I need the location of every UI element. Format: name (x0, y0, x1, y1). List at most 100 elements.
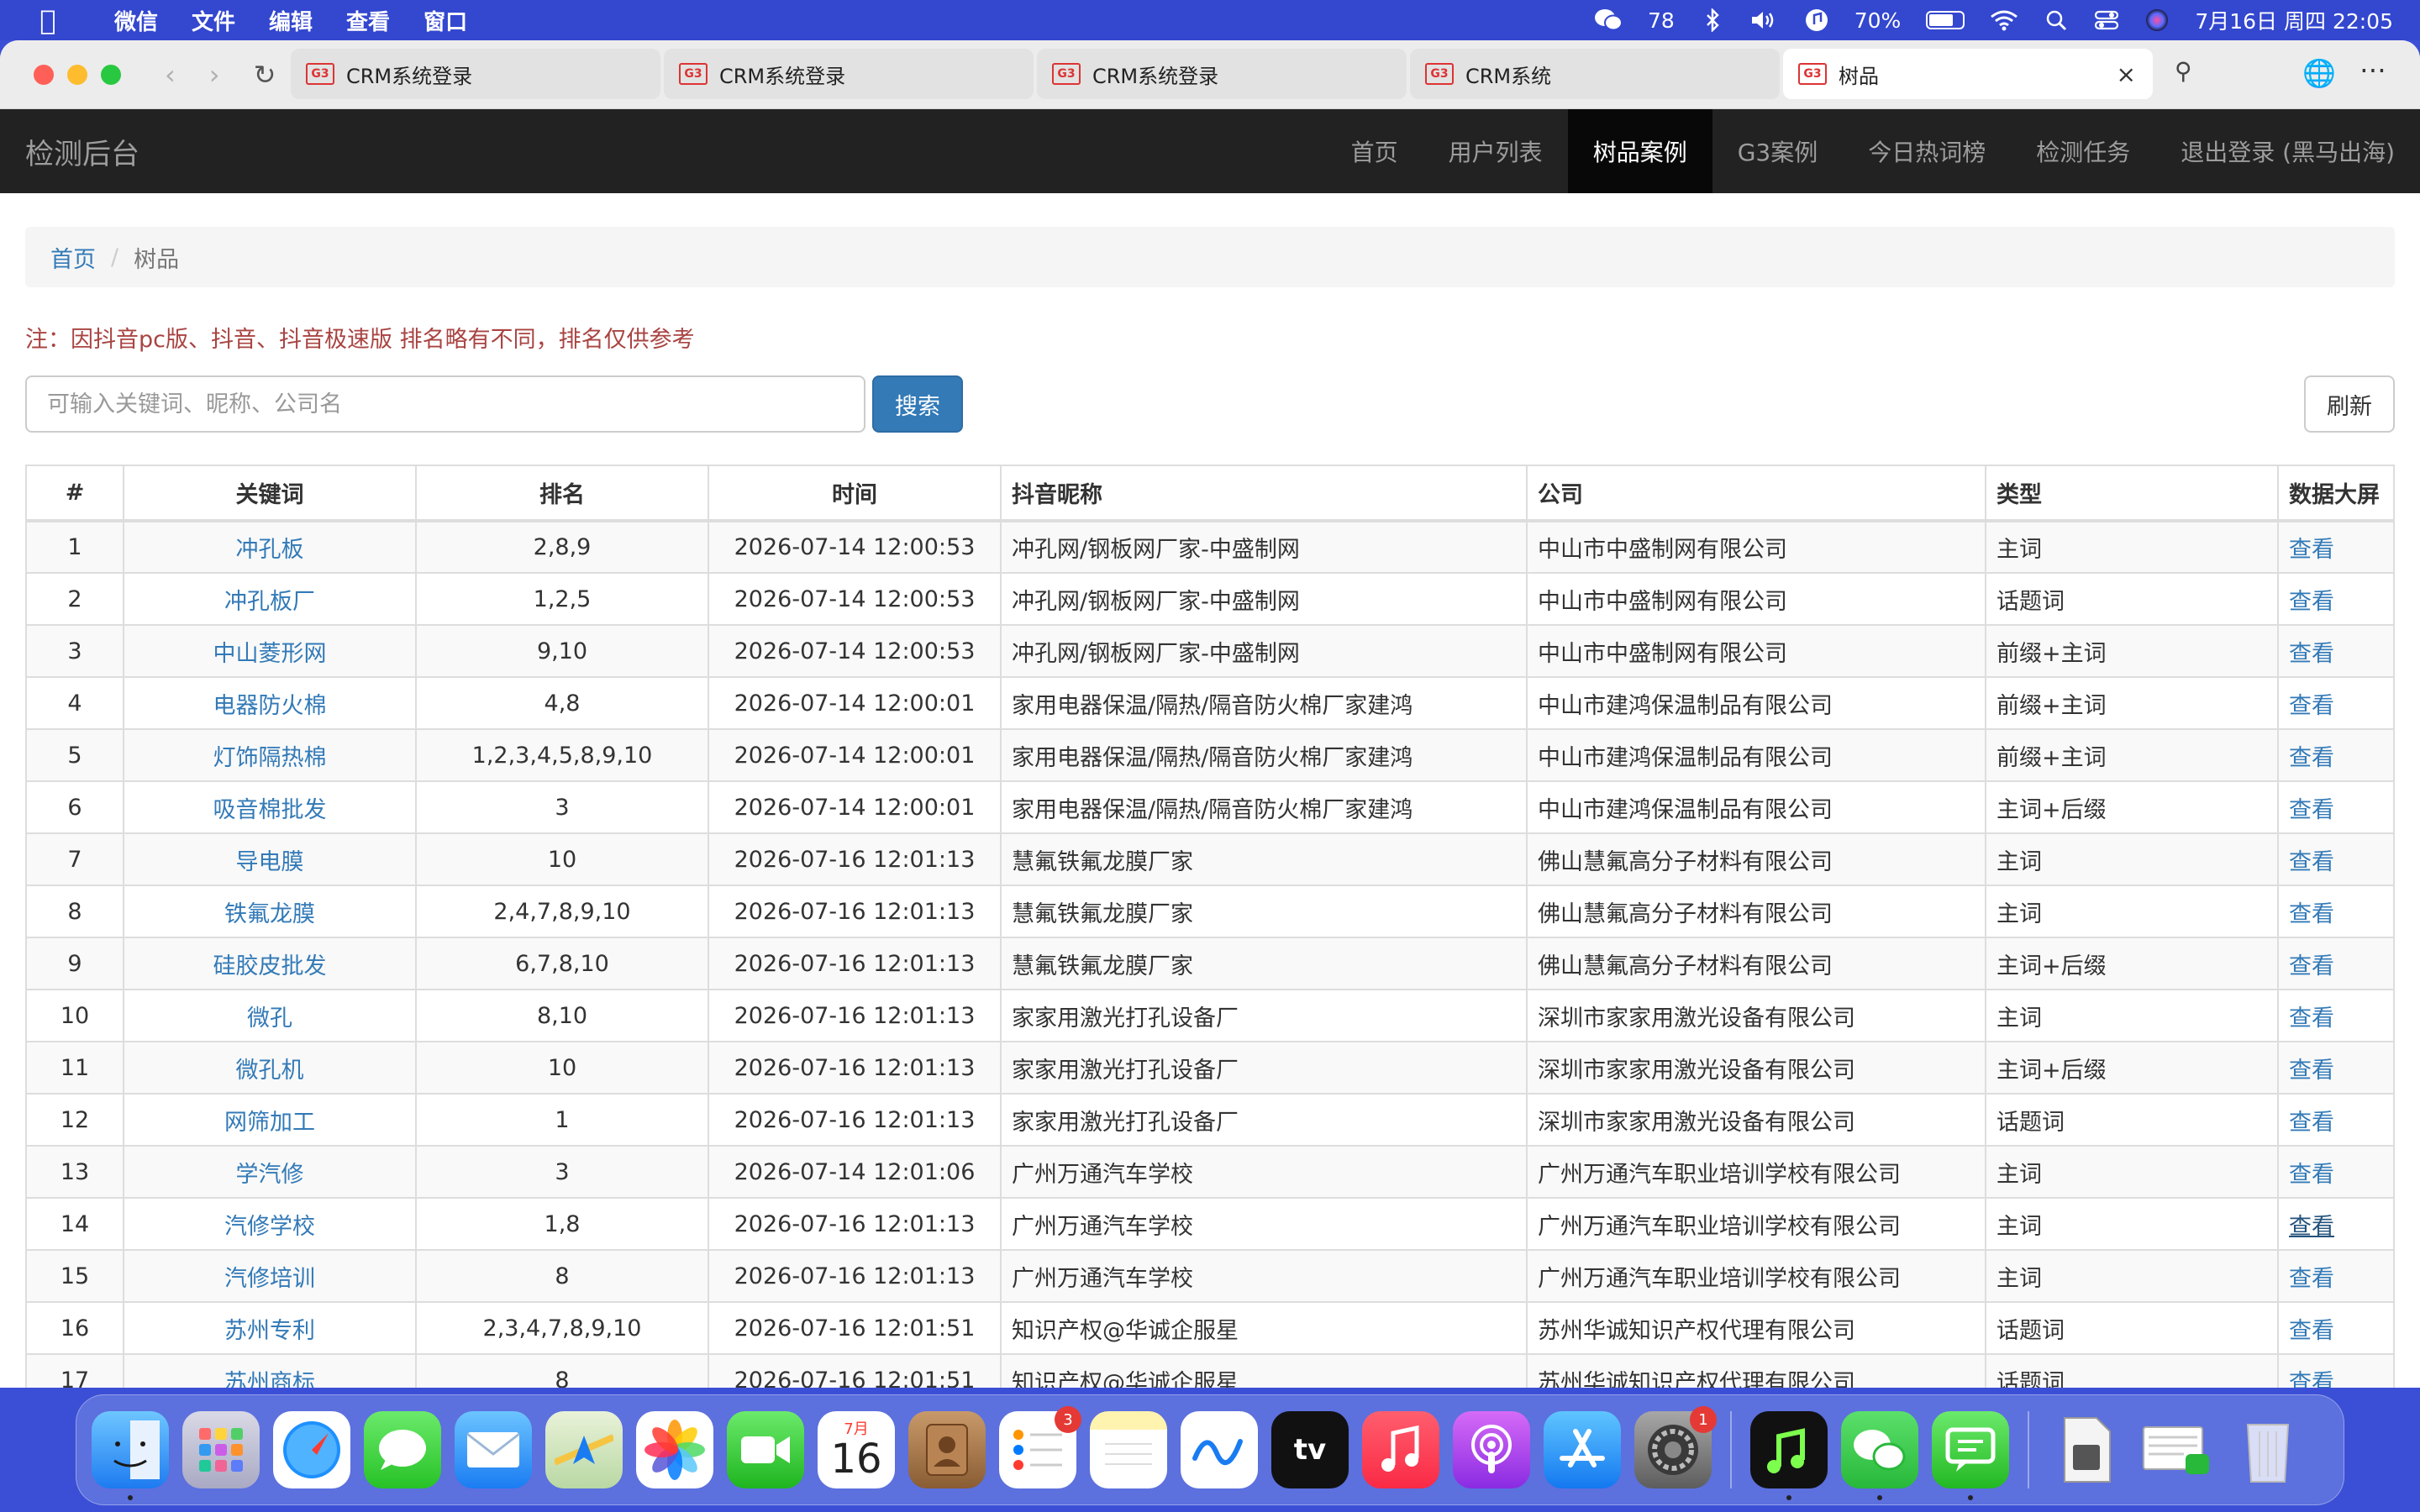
view-data-screen-link[interactable]: 查看 (2277, 520, 2395, 574)
wechat-status-icon[interactable] (1594, 8, 1623, 32)
nav-user-list[interactable]: 用户列表 (1423, 109, 1568, 193)
browser-tab[interactable]: G3 CRM系统登录 (1037, 49, 1407, 99)
menu-view[interactable]: 查看 (346, 5, 390, 36)
screenshot-file-icon[interactable] (2139, 1411, 2216, 1488)
view-data-screen-link[interactable]: 查看 (2277, 1041, 2395, 1095)
keyword-link[interactable]: 电器防火棉 (123, 676, 417, 730)
close-window-button[interactable] (34, 64, 54, 85)
apple-menu-icon[interactable]:  (34, 4, 62, 36)
view-data-screen-link[interactable]: 查看 (2277, 1249, 2395, 1303)
forward-arrow-icon[interactable]: › (209, 59, 220, 91)
app-store-icon[interactable] (1544, 1411, 1621, 1488)
view-data-screen-link[interactable]: 查看 (2277, 728, 2395, 782)
keyword-link[interactable]: 苏州专利 (123, 1301, 417, 1355)
keyword-link[interactable]: 学汽修 (123, 1145, 417, 1199)
keyword-link[interactable]: 硅胶皮批发 (123, 937, 417, 990)
browser-tab[interactable]: G3 CRM系统登录 (291, 49, 660, 99)
messages-icon[interactable] (364, 1411, 441, 1488)
bluetooth-icon[interactable] (1700, 8, 1725, 32)
tab-search-icon[interactable]: ⚲ (2175, 57, 2192, 85)
nav-shupin-cases[interactable]: 树品案例 (1567, 109, 1712, 193)
keyword-link[interactable]: 苏州商标 (123, 1353, 417, 1388)
clock-datetime[interactable]: 7月16日 周四 22:05 (2195, 5, 2393, 35)
maximize-window-button[interactable] (101, 64, 121, 85)
keyword-link[interactable]: 微孔机 (123, 1041, 417, 1095)
view-data-screen-link[interactable]: 查看 (2277, 885, 2395, 938)
calendar-icon[interactable]: 7月 16 (818, 1411, 895, 1488)
music-icon[interactable] (1362, 1411, 1439, 1488)
wifi-icon[interactable] (1990, 9, 2018, 31)
menu-edit[interactable]: 编辑 (269, 5, 313, 36)
keyword-link[interactable]: 导电膜 (123, 832, 417, 886)
system-settings-icon[interactable]: 1 (1634, 1406, 1717, 1488)
view-data-screen-link[interactable]: 查看 (2277, 937, 2395, 990)
nav-home[interactable]: 首页 (1326, 109, 1423, 193)
spotlight-search-icon[interactable] (2044, 9, 2069, 31)
safari-icon[interactable] (273, 1411, 350, 1488)
breadcrumb-home[interactable]: 首页 (50, 241, 96, 274)
view-data-screen-link[interactable]: 查看 (2277, 1093, 2395, 1147)
maps-icon[interactable] (545, 1411, 623, 1488)
site-brand[interactable]: 检测后台 (25, 131, 139, 172)
view-data-screen-link[interactable]: 查看 (2277, 1301, 2395, 1355)
control-center-icon[interactable] (2094, 9, 2119, 31)
keyword-link[interactable]: 冲孔板 (123, 520, 417, 574)
view-data-screen-link[interactable]: 查看 (2277, 572, 2395, 626)
keyword-link[interactable]: 汽修学校 (123, 1197, 417, 1251)
view-data-screen-link[interactable]: 查看 (2277, 1353, 2395, 1388)
minimize-window-button[interactable] (67, 64, 87, 85)
browser-tab[interactable]: G3 CRM系统登录 (664, 49, 1034, 99)
podcasts-icon[interactable] (1453, 1411, 1530, 1488)
notes-icon[interactable] (1090, 1411, 1167, 1488)
menu-app-name[interactable]: 微信 (114, 5, 158, 36)
facetime-icon[interactable] (727, 1411, 804, 1488)
search-input[interactable] (25, 375, 865, 433)
finder-icon[interactable] (92, 1411, 169, 1500)
keyword-link[interactable]: 吸音棉批发 (123, 780, 417, 834)
view-data-screen-link[interactable]: 查看 (2277, 832, 2395, 886)
music-recognition-icon[interactable] (1804, 8, 1829, 32)
menu-file[interactable]: 文件 (192, 5, 235, 36)
view-data-screen-link[interactable]: 查看 (2277, 1197, 2395, 1251)
browser-tab[interactable]: G3 CRM系统 (1410, 49, 1780, 99)
search-button[interactable]: 搜索 (872, 375, 963, 433)
view-data-screen-link[interactable]: 查看 (2277, 624, 2395, 678)
menu-window[interactable]: 窗口 (424, 5, 467, 36)
reminders-icon[interactable]: 3 (999, 1406, 1081, 1488)
refresh-button[interactable]: 刷新 (2304, 375, 2395, 433)
battery-icon[interactable] (1926, 11, 1965, 29)
more-options-icon[interactable]: ⋯ (2360, 54, 2388, 86)
keyword-link[interactable]: 灯饰隔热棉 (123, 728, 417, 782)
freeform-icon[interactable] (1181, 1411, 1258, 1488)
keyword-link[interactable]: 铁氟龙膜 (123, 885, 417, 938)
keyword-link[interactable]: 汽修培训 (123, 1249, 417, 1303)
nav-hot-words[interactable]: 今日热词榜 (1843, 109, 2011, 193)
launchpad-icon[interactable] (182, 1411, 260, 1488)
browser-tab-active[interactable]: G3 树品 × (1783, 49, 2153, 99)
siri-icon[interactable] (2144, 8, 2170, 32)
contacts-icon[interactable] (908, 1411, 986, 1488)
view-data-screen-link[interactable]: 查看 (2277, 989, 2395, 1042)
music-tool-icon[interactable] (1750, 1411, 1828, 1500)
keyword-link[interactable]: 冲孔板厂 (123, 572, 417, 626)
view-data-screen-link[interactable]: 查看 (2277, 1145, 2395, 1199)
view-data-screen-link[interactable]: 查看 (2277, 676, 2395, 730)
nav-logout[interactable]: 退出登录 (黑马出海) (2155, 109, 2420, 193)
globe-icon[interactable]: 🌐 (2302, 57, 2336, 89)
nav-detect-tasks[interactable]: 检测任务 (2011, 109, 2155, 193)
keyword-link[interactable]: 中山菱形网 (123, 624, 417, 678)
back-arrow-icon[interactable]: ‹ (165, 59, 176, 91)
document-file-icon[interactable] (2048, 1411, 2125, 1488)
trash-icon[interactable] (2229, 1411, 2307, 1488)
apple-tv-icon[interactable]: tv (1271, 1411, 1349, 1488)
keyword-link[interactable]: 网筛加工 (123, 1093, 417, 1147)
view-data-screen-link[interactable]: 查看 (2277, 780, 2395, 834)
wechat-icon[interactable] (1841, 1411, 1918, 1500)
volume-icon[interactable] (1750, 9, 1779, 31)
chat-app-icon[interactable] (1932, 1411, 2009, 1500)
close-tab-icon[interactable]: × (2117, 60, 2136, 88)
keyword-link[interactable]: 微孔 (123, 989, 417, 1042)
nav-g3-cases[interactable]: G3案例 (1712, 109, 1844, 193)
mail-icon[interactable] (455, 1411, 532, 1488)
photos-icon[interactable] (636, 1411, 713, 1488)
